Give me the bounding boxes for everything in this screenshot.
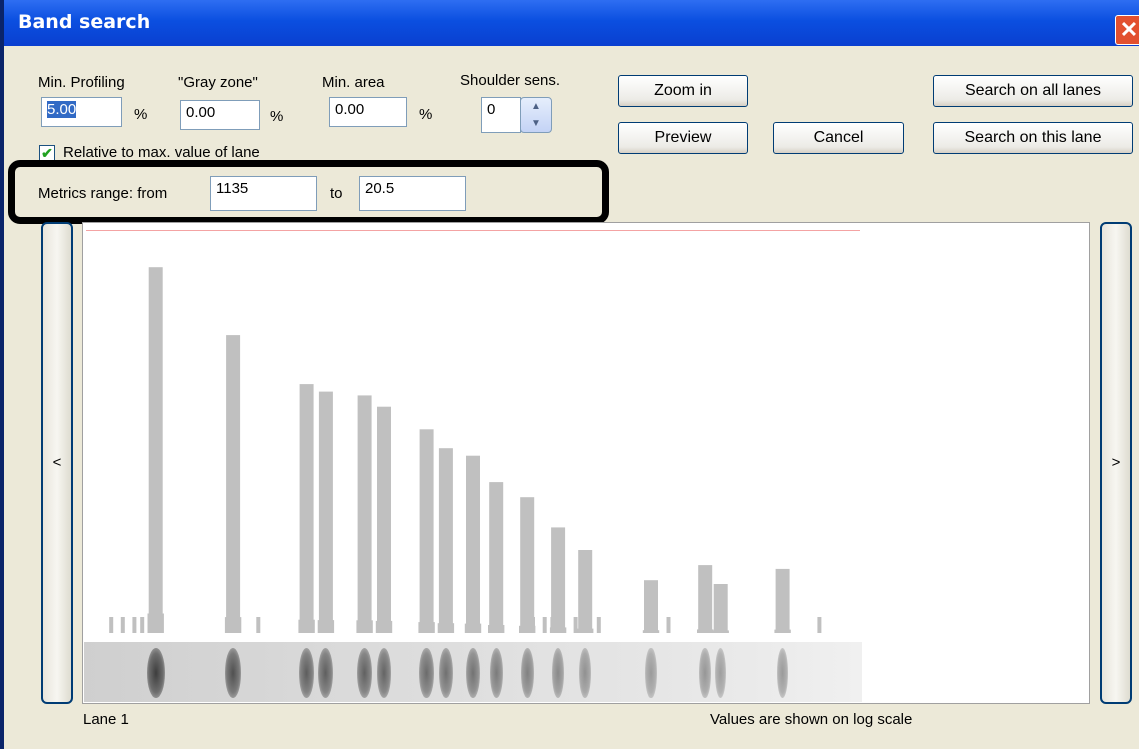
band-search-dialog: Band search ✕ Min. Profiling "Gray zone"… bbox=[0, 0, 1139, 749]
gray-zone-label: "Gray zone" bbox=[178, 74, 258, 91]
search-this-lane-button[interactable]: Search on this lane bbox=[933, 122, 1133, 154]
lane-label: Lane 1 bbox=[83, 711, 129, 728]
scroll-left-button[interactable]: < bbox=[41, 222, 73, 704]
gel-band bbox=[298, 648, 315, 698]
chevron-right-icon: > bbox=[1111, 454, 1121, 471]
gel-band bbox=[489, 648, 503, 698]
gray-zone-field[interactable]: 0.00 bbox=[180, 100, 260, 130]
shoulder-sens-field[interactable]: 0 bbox=[481, 97, 521, 133]
chevron-left-icon: < bbox=[52, 454, 62, 471]
min-area-field[interactable]: 0.00 bbox=[329, 97, 407, 127]
lane-profile-plot[interactable] bbox=[82, 222, 1090, 704]
shoulder-sens-spinner[interactable]: ▲ ▼ bbox=[520, 97, 552, 133]
gel-band bbox=[224, 648, 242, 698]
shoulder-sens-label: Shoulder sens. bbox=[460, 72, 561, 89]
min-profiling-unit: % bbox=[134, 106, 148, 123]
gel-band bbox=[146, 648, 165, 698]
gel-band bbox=[699, 648, 711, 698]
gel-band bbox=[579, 648, 592, 698]
relative-checkbox[interactable]: ✔ bbox=[39, 145, 55, 161]
spin-down-icon[interactable]: ▼ bbox=[521, 115, 551, 132]
zoom-in-button[interactable]: Zoom in bbox=[618, 75, 748, 107]
search-all-lanes-button[interactable]: Search on all lanes bbox=[933, 75, 1133, 107]
gel-band bbox=[376, 648, 392, 698]
min-area-unit: % bbox=[419, 106, 433, 123]
gel-band bbox=[645, 648, 657, 698]
min-profiling-label: Min. Profiling bbox=[38, 74, 125, 91]
gel-lane-image bbox=[84, 642, 862, 702]
gel-band bbox=[419, 648, 434, 698]
min-profiling-field[interactable]: 5.00 bbox=[41, 97, 122, 127]
gray-zone-unit: % bbox=[270, 108, 284, 125]
gel-band bbox=[520, 648, 534, 698]
scroll-right-button[interactable]: > bbox=[1100, 222, 1132, 704]
window-title: Band search bbox=[18, 11, 151, 33]
threshold-line bbox=[86, 230, 860, 231]
gel-band bbox=[552, 648, 565, 698]
gel-band bbox=[715, 648, 727, 698]
spin-up-icon[interactable]: ▲ bbox=[521, 98, 551, 115]
gel-band bbox=[466, 648, 480, 698]
cancel-button[interactable]: Cancel bbox=[773, 122, 904, 154]
highlight-box bbox=[8, 160, 609, 224]
gel-band bbox=[438, 648, 453, 698]
gel-band bbox=[776, 648, 789, 698]
relative-checkbox-label: Relative to max. value of lane bbox=[63, 144, 260, 158]
gel-band bbox=[357, 648, 373, 698]
close-button[interactable]: ✕ bbox=[1115, 15, 1139, 45]
log-scale-note: Values are shown on log scale bbox=[710, 711, 913, 728]
min-area-label: Min. area bbox=[322, 74, 385, 91]
checkmark-icon: ✔ bbox=[41, 145, 53, 161]
preview-button[interactable]: Preview bbox=[618, 122, 748, 154]
title-bar: Band search ✕ bbox=[4, 0, 1139, 46]
gel-band bbox=[318, 648, 334, 698]
